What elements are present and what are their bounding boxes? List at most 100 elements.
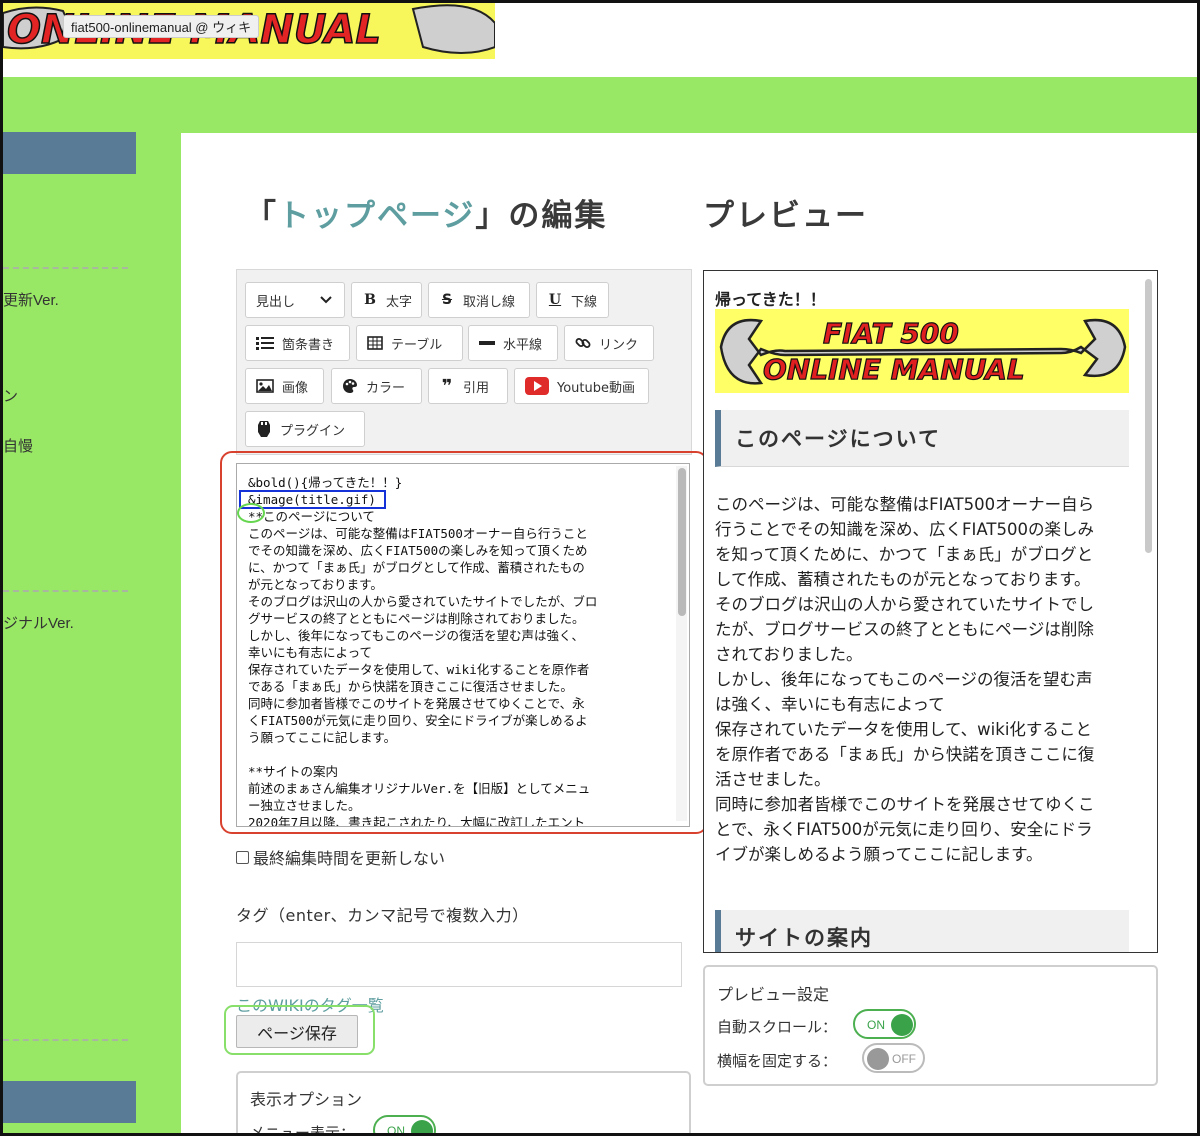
sidebar-header-block — [3, 132, 136, 174]
fixed-width-toggle[interactable]: OFF — [862, 1043, 925, 1073]
header-band — [3, 77, 1197, 133]
preview-greeting: 帰ってきた！！ — [715, 290, 826, 309]
preview-text-line: しかし、後年になってもこのページの復活を望む声 — [715, 670, 1093, 689]
preview-text-line: そのブログは沢山の人から愛されていたサイトでし — [715, 595, 1095, 614]
heading-select[interactable]: 見出し — [245, 282, 345, 318]
logo-title-top: FIAT 500 — [823, 317, 959, 350]
preview-text-line: イブが楽しめるよう願ってここに記します。 — [715, 845, 1043, 864]
heading-quote: 「 — [245, 198, 278, 234]
wrench-logo-graphic: FIAT 500 ONLINE MANUAL — [719, 316, 1127, 387]
sidebar-item[interactable]: ジナルVer. — [3, 612, 74, 633]
preview-heading: プレビュー — [703, 198, 868, 234]
preview-text-line: は強く、幸いにも有志によって — [715, 695, 945, 714]
no-update-checkbox[interactable] — [236, 850, 249, 864]
strikethrough-button[interactable]: S 取消し線 — [428, 282, 530, 318]
youtube-icon — [525, 377, 549, 395]
underline-label: 下線 — [571, 294, 598, 310]
plugin-icon — [256, 420, 272, 438]
bold-label: 太字 — [386, 294, 413, 310]
fixed-width-label: 横幅を固定する： — [717, 1052, 838, 1070]
page-frame: ONLINE MANUAL fiat500-onlinemanual @ ウィキ… — [0, 0, 1200, 1136]
bullet-list-button[interactable]: 箇条書き — [245, 325, 350, 361]
table-icon — [367, 336, 383, 350]
heading-select-label: 見出し — [256, 294, 296, 310]
table-label: テーブル — [391, 337, 443, 353]
plugin-label: プラグイン — [280, 423, 346, 439]
save-page-button[interactable]: ページ保存 — [236, 1015, 358, 1048]
heading-suffix: 」の編集 — [475, 198, 608, 234]
preview-text-line: このページは、可能な整備はFIAT500オーナー自ら — [715, 495, 1095, 514]
preview-text-line: されておりました。 — [715, 645, 863, 664]
strikethrough-label: 取消し線 — [463, 294, 516, 310]
plugin-button[interactable]: プラグイン — [245, 411, 365, 447]
preview-paragraph: このページは、可能な整備はFIAT500オーナー自ら 行うことでその知識を深め、広… — [715, 492, 1129, 867]
youtube-button[interactable]: Youtube動画 — [514, 368, 649, 404]
link-label: リンク — [599, 337, 639, 353]
table-button[interactable]: テーブル — [356, 325, 463, 361]
preview-text-line: たが、ブログサービスの終了とともにページは削除 — [715, 620, 1094, 639]
preview-text-line: を原作者である「まぁ氏」から快諾を頂きここに復 — [715, 745, 1095, 764]
image-label: 画像 — [282, 380, 309, 396]
toggle-state: ON — [387, 1124, 405, 1136]
underline-button[interactable]: U 下線 — [536, 282, 609, 318]
editor-heading: 「トップページ」の編集 — [245, 190, 607, 235]
palette-icon — [342, 378, 358, 394]
horizontal-rule-label: 水平線 — [503, 337, 543, 353]
image-icon — [256, 379, 274, 393]
bold-button[interactable]: B 太字 — [351, 282, 422, 318]
bullet-list-label: 箇条書き — [282, 337, 335, 353]
toggle-state: ON — [867, 1018, 885, 1032]
horizontal-rule-icon — [479, 336, 495, 350]
preview-settings-panel: プレビュー設定 自動スクロール： ON 横幅を固定する： OFF — [703, 965, 1158, 1086]
preview-pane[interactable]: 帰ってきた！！ FIAT 500 ONLINE MANUAL このページについて… — [703, 270, 1158, 953]
preview-settings-title: プレビュー設定 — [717, 985, 830, 1004]
chevron-down-icon — [318, 296, 334, 304]
no-update-time-option[interactable]: 最終編集時間を更新しない — [236, 845, 445, 869]
sidebar-divider — [3, 590, 128, 592]
preview-text-line: とで、永くFIAT500が元気に走り回り、安全にドラ — [715, 820, 1093, 839]
display-options-title: 表示オプション — [250, 1090, 363, 1109]
logo-title-bottom: ONLINE MANUAL — [763, 353, 1025, 386]
site-logo[interactable]: ONLINE MANUAL fiat500-onlinemanual @ ウィキ — [3, 3, 495, 59]
preview-scroll-thumb[interactable] — [1145, 279, 1152, 553]
quote-button[interactable]: ❞ 引用 — [428, 368, 508, 404]
preview-text-line: して作成、蓄積されたものが元となっております。 — [715, 570, 1091, 589]
menu-display-label: メニュー表示： — [250, 1124, 356, 1136]
sidebar-footer-block — [3, 1081, 136, 1123]
preview-text-line: 活させました。 — [715, 770, 831, 789]
left-sidebar: 更新Ver. ン 自慢 ジナルVer. — [3, 77, 181, 1133]
youtube-label: Youtube動画 — [557, 380, 635, 396]
preview-text-line: 保存されていたデータを使用して、wiki化すること — [715, 720, 1092, 739]
page-name-link[interactable]: トップページ — [278, 198, 475, 234]
toggle-knob — [411, 1120, 433, 1133]
horizontal-rule-button[interactable]: 水平線 — [468, 325, 558, 361]
strikethrough-icon: S — [441, 292, 453, 308]
preview-text-line: 行うことでその知識を深め、広くFIAT500の楽しみ — [715, 520, 1094, 539]
link-button[interactable]: リンク — [564, 325, 654, 361]
toggle-knob — [867, 1048, 889, 1070]
quote-icon: ❞ — [441, 375, 453, 397]
link-icon — [575, 335, 591, 351]
toggle-knob — [891, 1014, 913, 1036]
image-button[interactable]: 画像 — [245, 368, 324, 404]
color-label: カラー — [366, 380, 406, 396]
sidebar-item[interactable]: 更新Ver. — [3, 289, 59, 310]
menu-display-toggle[interactable]: ON — [373, 1115, 436, 1136]
site-name-tooltip: fiat500-onlinemanual @ ウィキ — [63, 15, 260, 38]
color-button[interactable]: カラー — [331, 368, 422, 404]
preview-text-line: 同時に参加者皆様でこのサイトを発展させてゆくこ — [715, 795, 1095, 814]
auto-scroll-toggle[interactable]: ON — [853, 1009, 916, 1039]
preview-section-heading: サイトの案内 — [715, 910, 1129, 952]
toggle-state: OFF — [892, 1052, 916, 1066]
preview-section-heading: このページについて — [715, 410, 1129, 467]
quote-label: 引用 — [463, 380, 490, 396]
preview-text-line: を知って頂くために、かつて「まぁ氏」がブログと — [715, 545, 1094, 564]
display-options-panel: 表示オプション メニュー表示： ON — [236, 1071, 691, 1136]
tag-input[interactable] — [236, 942, 682, 987]
sidebar-item[interactable]: 自慢 — [3, 435, 33, 456]
bold-icon: B — [364, 292, 376, 308]
sidebar-divider — [3, 267, 128, 269]
sidebar-item[interactable]: ン — [3, 385, 18, 406]
underline-icon: U — [548, 292, 562, 308]
auto-scroll-label: 自動スクロール： — [717, 1018, 838, 1036]
